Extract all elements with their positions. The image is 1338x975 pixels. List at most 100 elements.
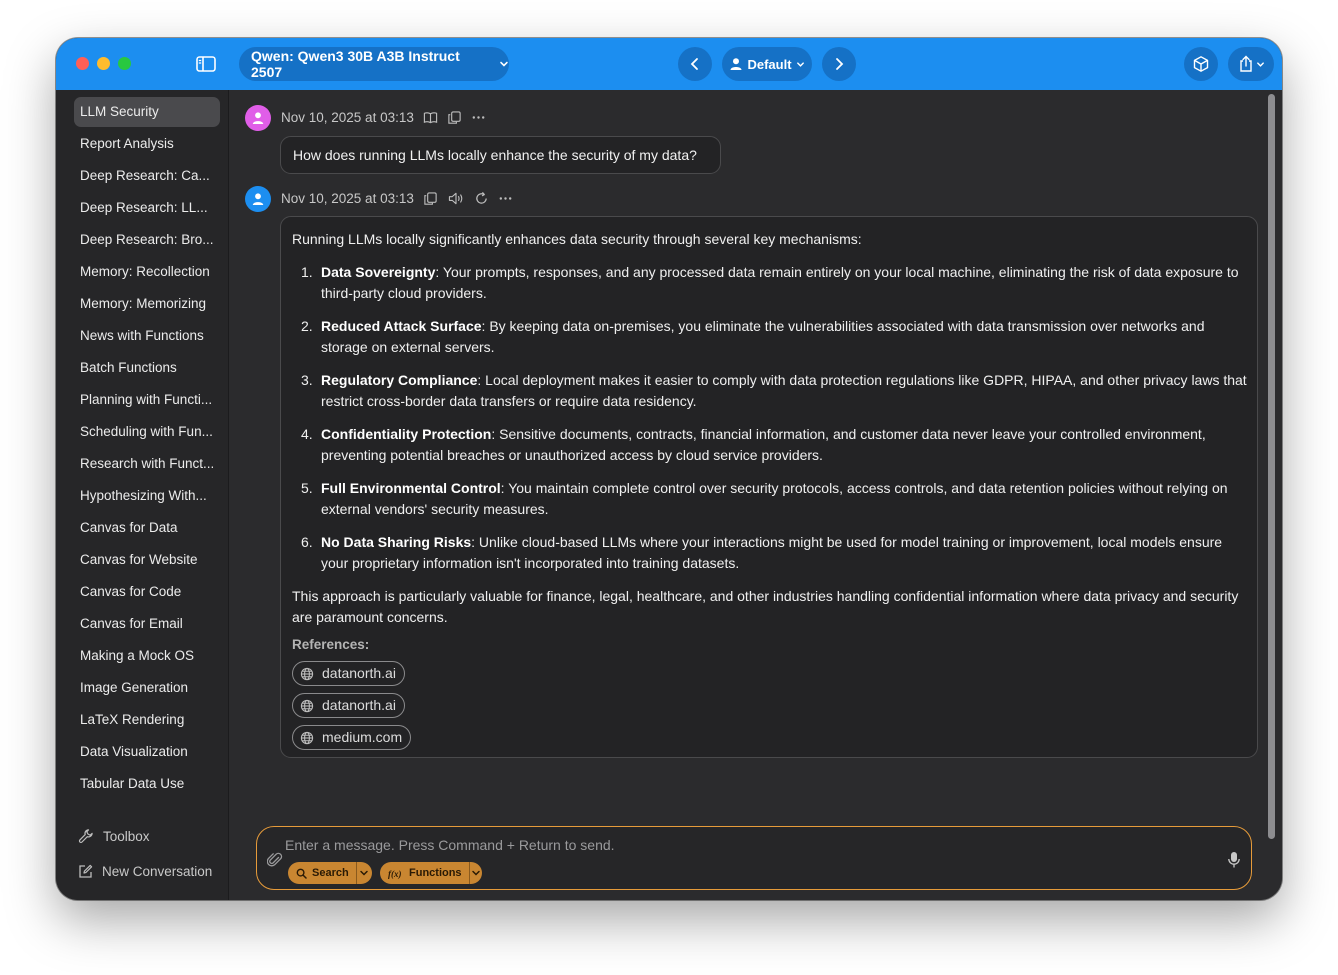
sidebar-item-report-analysis[interactable]: Report Analysis — [74, 129, 220, 159]
point-title: Data Sovereignty — [321, 264, 436, 280]
sidebar-item-scheduling-with-functions[interactable]: Scheduling with Fun... — [74, 417, 220, 447]
chevron-left-icon — [690, 58, 698, 70]
sidebar-item-image-generation[interactable]: Image Generation — [74, 673, 220, 703]
titlebar: Qwen: Qwen3 30B A3B Instruct 2507 Defaul… — [56, 38, 1282, 90]
point-text: : Your prompts, responses, and any proce… — [321, 264, 1239, 301]
person-icon — [252, 193, 264, 205]
assistant-conclusion: This approach is particularly valuable f… — [292, 588, 1239, 625]
more-icon[interactable] — [471, 110, 486, 125]
reference-link[interactable]: medium.com — [292, 725, 412, 750]
functions-options-dropdown[interactable] — [469, 868, 482, 878]
zoom-window-button[interactable] — [118, 57, 131, 70]
message-input[interactable] — [285, 835, 1185, 855]
list-number: 4. — [301, 426, 313, 442]
microphone-icon[interactable] — [1227, 851, 1241, 869]
more-icon[interactable] — [498, 191, 513, 206]
share-button[interactable] — [1228, 47, 1274, 81]
sidebar-item-deep-research-ca[interactable]: Deep Research: Ca... — [74, 161, 220, 191]
sidebar-item-tabular-data-use[interactable]: Tabular Data Use — [74, 769, 220, 799]
minimize-window-button[interactable] — [97, 57, 110, 70]
point-title: Reduced Attack Surface — [321, 318, 482, 334]
sidebar-item-memory-recollection[interactable]: Memory: Recollection — [74, 257, 220, 287]
regenerate-icon[interactable] — [474, 191, 489, 206]
point-title: No Data Sharing Risks — [321, 534, 472, 550]
list-number: 6. — [301, 534, 313, 550]
copy-icon[interactable] — [423, 191, 438, 206]
user-message-timestamp: Nov 10, 2025 at 03:13 — [281, 109, 414, 125]
globe-icon — [300, 667, 314, 680]
sidebar-item-llm-security[interactable]: LLM Security — [74, 97, 220, 127]
chat-scrollbar[interactable] — [1268, 94, 1275, 839]
user-avatar — [245, 105, 271, 131]
toolbox-label: Toolbox — [103, 828, 150, 844]
chevron-down-icon — [500, 61, 508, 67]
sidebar-item-canvas-for-data[interactable]: Canvas for Data — [74, 513, 220, 543]
list-item: 4. Confidentiality Protection: Sensitive … — [292, 424, 1247, 466]
assistant-message-timestamp: Nov 10, 2025 at 03:13 — [281, 190, 414, 206]
profile-selector-label: Default — [747, 56, 792, 72]
message-composer: Search f(x) Functions — [256, 826, 1252, 890]
functions-tool-toggle[interactable]: f(x) Functions — [380, 862, 482, 884]
assistant-intro: Running LLMs locally significantly enhan… — [292, 231, 862, 247]
point-title: Full Environmental Control — [321, 480, 501, 496]
speaker-icon[interactable] — [447, 191, 465, 206]
list-item: 3. Regulatory Compliance: Local deploymen… — [292, 370, 1247, 412]
user-message-bubble: How does running LLMs locally enhance th… — [280, 136, 721, 174]
artifacts-button[interactable] — [1184, 47, 1218, 81]
sidebar-item-batch-functions[interactable]: Batch Functions — [74, 353, 220, 383]
close-window-button[interactable] — [76, 57, 89, 70]
book-icon[interactable] — [423, 110, 438, 125]
reference-label: datanorth.ai — [322, 665, 396, 681]
references-label: References: — [292, 637, 370, 652]
new-conversation-label: New Conversation — [102, 863, 213, 879]
globe-icon — [300, 699, 314, 712]
sidebar-item-planning-with-functions[interactable]: Planning with Functi... — [74, 385, 220, 415]
person-icon — [730, 58, 742, 70]
person-icon — [252, 112, 264, 124]
chevron-down-icon — [360, 870, 368, 876]
sidebar-item-latex-rendering[interactable]: LaTeX Rendering — [74, 705, 220, 735]
search-icon — [296, 868, 307, 879]
list-item: 1. Data Sovereignty: Your prompts, respon… — [292, 262, 1247, 304]
search-tool-toggle[interactable]: Search — [288, 862, 372, 884]
next-button[interactable] — [822, 47, 856, 81]
app-window: Qwen: Qwen3 30B A3B Instruct 2507 Defaul… — [56, 38, 1282, 900]
search-options-dropdown[interactable] — [356, 868, 372, 878]
search-tool-label: Search — [312, 867, 349, 879]
list-number: 2. — [301, 318, 313, 334]
sidebar-item-canvas-for-code[interactable]: Canvas for Code — [74, 577, 220, 607]
functions-tool-label: Functions — [409, 867, 462, 879]
sidebar-item-memory-memorizing[interactable]: Memory: Memorizing — [74, 289, 220, 319]
reference-link[interactable]: datanorth.ai — [292, 693, 405, 718]
sidebar-item-deep-research-bro[interactable]: Deep Research: Bro... — [74, 225, 220, 255]
chevron-down-icon — [471, 870, 480, 876]
paperclip-icon[interactable] — [267, 851, 283, 869]
sidebar-item-deep-research-ll[interactable]: Deep Research: LL... — [74, 193, 220, 223]
function-icon: f(x) — [388, 869, 402, 879]
sidebar-item-canvas-for-email[interactable]: Canvas for Email — [74, 609, 220, 639]
sidebar-item-research-with-functions[interactable]: Research with Funct... — [74, 449, 220, 479]
assistant-message-bubble: Running LLMs locally significantly enhan… — [280, 216, 1258, 758]
sidebar-item-making-a-mock-os[interactable]: Making a Mock OS — [74, 641, 220, 671]
sidebar-toggle-icon[interactable] — [195, 53, 217, 75]
chevron-down-icon — [1256, 61, 1264, 67]
chevron-down-icon — [796, 61, 804, 67]
sidebar-item-news-with-functions[interactable]: News with Functions — [74, 321, 220, 351]
sidebar-item-data-visualization[interactable]: Data Visualization — [74, 737, 220, 767]
sidebar-item-hypothesizing-with[interactable]: Hypothesizing With... — [74, 481, 220, 511]
previous-button[interactable] — [678, 47, 712, 81]
reference-link[interactable]: datanorth.ai — [292, 661, 405, 686]
wrench-icon — [78, 829, 93, 844]
point-title: Regulatory Compliance — [321, 372, 478, 388]
copy-icon[interactable] — [447, 110, 462, 125]
list-item: 5. Full Environmental Control: You mainta… — [292, 478, 1247, 520]
reference-label: datanorth.ai — [322, 697, 396, 713]
user-message-meta: Nov 10, 2025 at 03:13 — [281, 107, 486, 127]
new-conversation-button[interactable]: New Conversation — [78, 860, 212, 882]
model-selector[interactable]: Qwen: Qwen3 30B A3B Instruct 2507 — [239, 47, 509, 81]
globe-icon — [300, 731, 314, 744]
toolbox-button[interactable]: Toolbox — [78, 825, 150, 847]
sidebar-item-canvas-for-website[interactable]: Canvas for Website — [74, 545, 220, 575]
profile-selector[interactable]: Default — [722, 47, 812, 81]
compose-icon — [79, 864, 93, 878]
